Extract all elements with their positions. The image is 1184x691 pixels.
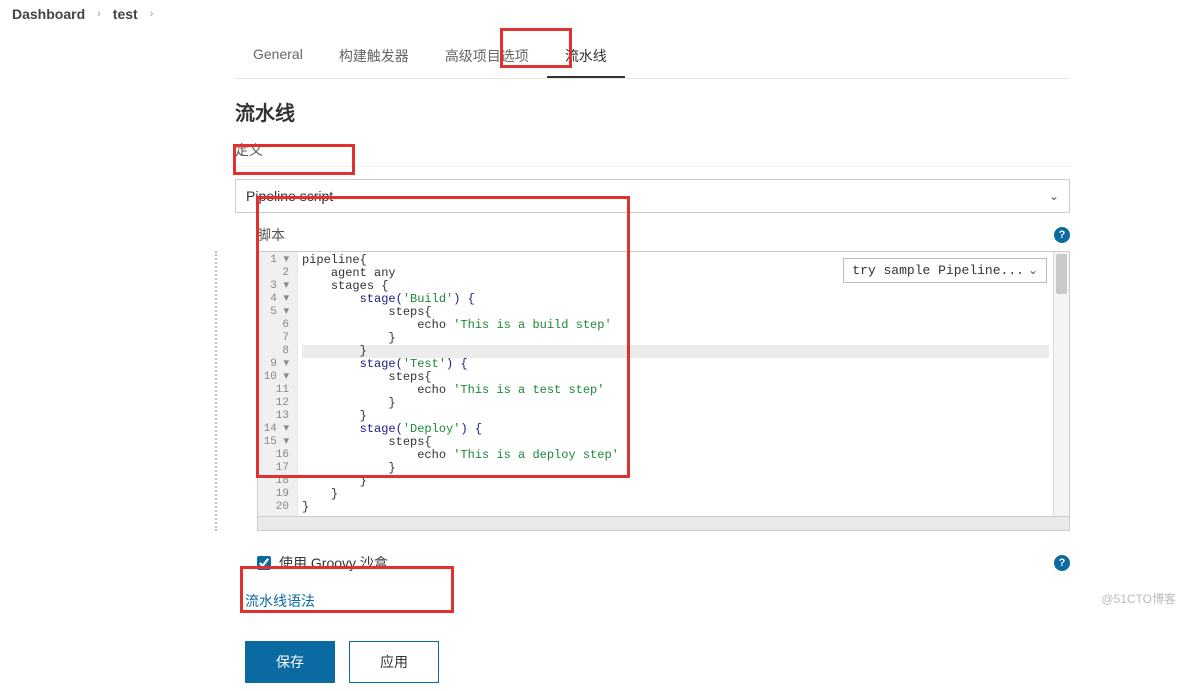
horizontal-scrollbar[interactable] [257, 517, 1070, 531]
sample-pipeline-select[interactable]: try sample Pipeline... ⌄ [843, 258, 1047, 283]
tab-advanced[interactable]: 高级项目选项 [427, 36, 547, 78]
config-tabs: General 构建触发器 高级项目选项 流水线 [235, 36, 1070, 79]
groovy-sandbox-input[interactable] [257, 556, 271, 570]
apply-button[interactable]: 应用 [349, 641, 439, 683]
editor-gutter: 1 ▾23 ▾4 ▾5 ▾6789 ▾10 ▾11121314 ▾15 ▾161… [258, 252, 298, 516]
script-editor[interactable]: 1 ▾23 ▾4 ▾5 ▾6789 ▾10 ▾11121314 ▾15 ▾161… [257, 251, 1070, 517]
pipeline-syntax-link[interactable]: 流水线语法 [245, 591, 315, 611]
footer-buttons: 保存 应用 [245, 633, 1070, 691]
tab-general[interactable]: General [235, 36, 321, 78]
groovy-sandbox-checkbox[interactable]: 使用 Groovy 沙盒 [257, 553, 388, 573]
breadcrumb: Dashboard › test › [0, 0, 1184, 28]
vertical-scrollbar[interactable] [1053, 252, 1069, 516]
sample-pipeline-label: try sample Pipeline... [852, 263, 1024, 278]
tab-triggers[interactable]: 构建触发器 [321, 36, 427, 78]
side-guide [215, 251, 217, 531]
chevron-right-icon: › [97, 8, 101, 20]
breadcrumb-test[interactable]: test [107, 4, 144, 24]
chevron-right-icon: › [150, 8, 154, 20]
tab-pipeline[interactable]: 流水线 [547, 36, 625, 78]
watermark: @51CTO博客 [1101, 590, 1176, 607]
chevron-down-icon: ⌄ [1049, 189, 1059, 203]
editor-code[interactable]: pipeline{ agent any stages { stage('Buil… [298, 252, 1053, 516]
help-icon[interactable]: ? [1054, 227, 1070, 243]
definition-value: Pipeline script [246, 188, 333, 204]
save-button[interactable]: 保存 [245, 641, 335, 683]
help-icon[interactable]: ? [1054, 555, 1070, 571]
pipeline-section: 流水线 定义 Pipeline script ⌄ 脚本 ? 1 ▾23 ▾4 ▾… [235, 79, 1070, 691]
definition-select[interactable]: Pipeline script ⌄ [235, 179, 1070, 213]
chevron-down-icon: ⌄ [1028, 263, 1038, 278]
section-title: 流水线 [235, 97, 1070, 126]
groovy-sandbox-label: 使用 Groovy 沙盒 [279, 553, 388, 573]
definition-label: 定义 [235, 134, 1070, 167]
script-label: 脚本 [235, 221, 285, 249]
breadcrumb-dashboard[interactable]: Dashboard [6, 4, 91, 24]
